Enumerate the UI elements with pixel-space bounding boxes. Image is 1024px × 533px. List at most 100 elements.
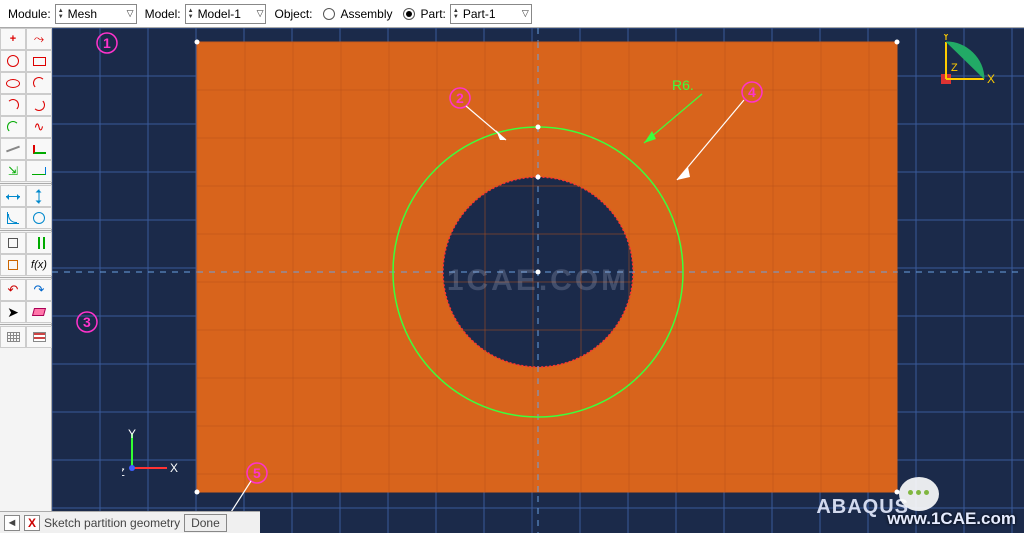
fx-icon: f(x)	[31, 259, 47, 271]
tool-sketch-opts[interactable]	[26, 326, 52, 348]
callout-2-text: 2	[456, 90, 464, 106]
tool-con-perp[interactable]	[0, 232, 26, 254]
separator	[0, 277, 52, 278]
project-icon: ⇲	[8, 164, 18, 178]
tool-dim-ang[interactable]	[0, 207, 26, 229]
tool-project[interactable]: ⇲	[0, 160, 26, 182]
callout-4-text: 4	[748, 84, 756, 100]
sketch-canvas[interactable]: R6. 1 2 3 4 5	[52, 28, 1024, 533]
tool-redo[interactable]: ↷	[26, 279, 52, 301]
perp-icon	[8, 238, 18, 248]
tool-ellipse[interactable]	[0, 72, 26, 94]
ellipse-icon	[6, 79, 20, 88]
chevron-down-icon[interactable]: ▽	[519, 8, 529, 19]
vertex-dot[interactable]	[536, 175, 541, 180]
circle-icon	[7, 55, 19, 67]
dim-rad-icon	[33, 212, 45, 224]
model-value: Model-1	[194, 7, 254, 21]
tool-construction[interactable]	[0, 138, 26, 160]
sketch-toolbox: + ⤳ ∿ ⇲ f(x) ↶ ↷ ➤	[0, 28, 52, 533]
part-label: Part:	[421, 7, 446, 21]
tool-dim-h[interactable]	[0, 185, 26, 207]
arc-center-icon	[7, 99, 19, 111]
vertex-dot[interactable]	[536, 125, 541, 130]
arc-3pt-icon	[33, 99, 45, 111]
assembly-radio[interactable]	[323, 8, 335, 20]
grid-icon	[7, 332, 20, 342]
prompt-text: Sketch partition geometry	[44, 516, 180, 530]
spline-icon: ∿	[34, 119, 45, 135]
callout-1-text: 1	[103, 35, 111, 51]
vertex-dot[interactable]	[536, 270, 541, 275]
cancel-button[interactable]: X	[24, 515, 40, 531]
tool-offset[interactable]	[26, 138, 52, 160]
tool-trim[interactable]	[26, 160, 52, 182]
module-select[interactable]: ▲▼ Mesh ▽	[55, 4, 137, 24]
viewport[interactable]: R6. 1 2 3 4 5 X Y Z	[52, 28, 1024, 533]
part-value: Part-1	[459, 7, 519, 21]
module-value: Mesh	[64, 7, 124, 21]
tool-eraser[interactable]	[26, 301, 52, 323]
chevron-down-icon[interactable]: ▽	[254, 8, 264, 19]
tool-line[interactable]: ⤳	[26, 28, 52, 50]
triad-y-label: Y	[128, 428, 136, 441]
fillet-icon	[7, 121, 19, 133]
redo-icon: ↷	[34, 282, 45, 298]
prompt-bar: ◄ X Sketch partition geometry Done	[0, 511, 260, 533]
tool-fx[interactable]: f(x)	[26, 254, 52, 276]
separator	[0, 183, 52, 184]
radius-label: R6.	[672, 77, 694, 93]
part-radio[interactable]	[403, 8, 415, 20]
construction-icon	[6, 146, 20, 153]
context-bar: Module: ▲▼ Mesh ▽ Model: ▲▼ Model-1 ▽ Ob…	[0, 0, 1024, 28]
model-label: Model:	[145, 7, 181, 21]
tool-select[interactable]: ➤	[0, 301, 26, 323]
tool-dim-v[interactable]	[26, 185, 52, 207]
tool-arc-3pt[interactable]	[26, 94, 52, 116]
tool-point[interactable]: +	[0, 28, 26, 50]
rect-icon	[33, 57, 46, 66]
separator	[0, 230, 52, 231]
chat-icon	[899, 477, 939, 511]
arc-icon	[33, 77, 45, 89]
polyline-icon: ⤳	[34, 31, 44, 47]
triad-x-label: X	[170, 461, 178, 475]
callout-5-text: 5	[253, 465, 261, 481]
separator	[0, 324, 52, 325]
tool-fillet[interactable]	[0, 116, 26, 138]
object-label: Object:	[274, 7, 312, 21]
tool-circle[interactable]	[0, 50, 26, 72]
undo-icon: ↶	[8, 282, 19, 298]
cursor-icon: ➤	[7, 304, 19, 321]
eq-icon	[8, 260, 18, 270]
part-select[interactable]: ▲▼ Part-1 ▽	[450, 4, 532, 24]
vertex-dot[interactable]	[195, 40, 200, 45]
tool-arc-tan[interactable]	[26, 72, 52, 94]
model-select[interactable]: ▲▼ Model-1 ▽	[185, 4, 267, 24]
module-label: Module:	[8, 7, 51, 21]
tool-undo[interactable]: ↶	[0, 279, 26, 301]
tool-dim-rad[interactable]	[26, 207, 52, 229]
tool-spline[interactable]: ∿	[26, 116, 52, 138]
triad-z-label: Z	[951, 62, 958, 74]
tool-con-para[interactable]	[26, 232, 52, 254]
tool-grid-opts[interactable]	[0, 326, 26, 348]
eraser-icon	[32, 308, 46, 316]
vertex-dot[interactable]	[195, 490, 200, 495]
dim-h-icon	[6, 196, 20, 197]
vertex-dot[interactable]	[895, 40, 900, 45]
triad-y-label: Y	[942, 34, 950, 43]
back-button[interactable]: ◄	[4, 515, 20, 531]
chevron-down-icon[interactable]: ▽	[124, 8, 134, 19]
global-triad: X Y Z	[122, 428, 182, 478]
offset-icon	[33, 145, 46, 154]
tool-arc-center[interactable]	[0, 94, 26, 116]
dim-v-icon	[39, 189, 40, 203]
view-triad[interactable]: X Y Z	[939, 34, 999, 94]
trim-icon	[32, 167, 46, 175]
callout-3-text: 3	[83, 314, 91, 330]
tool-rect[interactable]	[26, 50, 52, 72]
tool-con-eq[interactable]	[0, 254, 26, 276]
done-button[interactable]: Done	[184, 514, 227, 532]
para-icon	[38, 237, 40, 249]
